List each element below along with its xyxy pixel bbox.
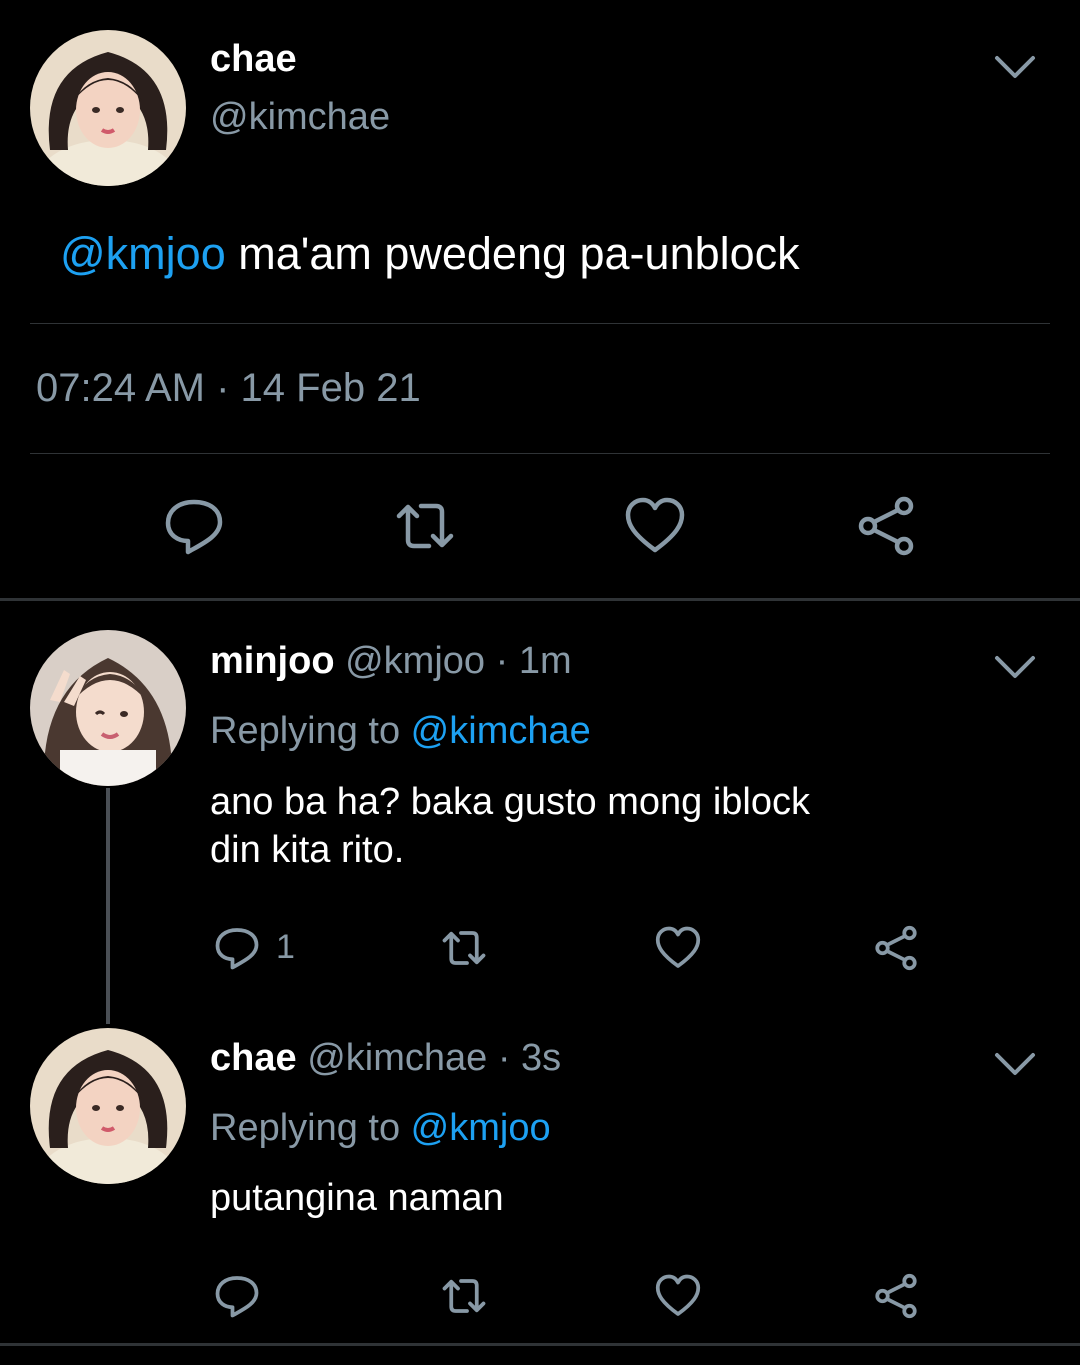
user-handle[interactable]: @kimchae [307,1037,487,1079]
like-icon[interactable] [623,494,687,558]
avatar[interactable] [30,1028,186,1184]
reply-header: minjoo @kmjoo · 1m [210,640,572,683]
reply-count: 1 [276,928,295,966]
display-name[interactable]: chae [210,1037,297,1079]
replying-to: Replying to @kimchae [210,710,591,753]
reply-text-line: din kita rito. [210,829,405,871]
reply-text-line: putangina naman [210,1177,504,1219]
retweet-icon[interactable] [440,924,488,972]
reply-icon[interactable] [162,494,226,558]
section-divider [0,598,1080,601]
replying-label: Replying to [210,710,411,752]
mention-link[interactable]: @kmjoo [411,1107,551,1149]
tweet-timestamp[interactable]: 07:24 AM · 14 Feb 21 [36,366,421,411]
section-divider [0,1343,1080,1346]
retweet-icon[interactable] [440,1272,488,1320]
tweet-thread-screen: chae @kimchae @kmjoo ma'am pwedeng pa-un… [0,0,1080,1365]
user-handle[interactable]: @kimchae [210,96,390,139]
mention-link[interactable]: @kimchae [411,710,591,752]
avatar[interactable] [30,630,186,786]
thread-line [106,788,110,1024]
like-icon[interactable] [654,1272,702,1320]
profile-photo-icon [30,630,186,786]
retweet-icon[interactable] [393,494,457,558]
like-icon[interactable] [654,924,702,972]
tweet-text: @kmjoo ma'am pwedeng pa-unblock [60,228,800,280]
chevron-down-icon[interactable] [993,1049,1037,1079]
share-icon[interactable] [854,494,918,558]
divider [30,453,1050,454]
share-icon[interactable] [872,924,920,972]
divider [30,323,1050,324]
chevron-down-icon[interactable] [993,652,1037,682]
replying-to: Replying to @kmjoo [210,1107,551,1150]
avatar[interactable] [30,30,186,186]
replying-label: Replying to [210,1107,411,1149]
reply-time: · 3s [487,1037,562,1079]
share-icon[interactable] [872,1272,920,1320]
mention-link[interactable]: @kmjoo [60,228,226,279]
reply-text: putangina naman [210,1174,504,1222]
reply-icon[interactable] [213,924,261,972]
display-name[interactable]: minjoo [210,640,335,682]
profile-photo-icon [30,30,186,186]
reply-text-line: ano ba ha? baka gusto mong iblock [210,781,810,823]
user-handle[interactable]: @kmjoo [345,640,485,682]
reply-icon[interactable] [213,1272,261,1320]
reply-header: chae @kimchae · 3s [210,1037,561,1080]
tweet-body: ma'am pwedeng pa-unblock [225,228,800,279]
main-tweet: chae @kimchae @kmjoo ma'am pwedeng pa-un… [0,0,1080,600]
reply-time: · 1m [485,640,572,682]
display-name[interactable]: chae [210,38,297,81]
reply-text: ano ba ha? baka gusto mong iblock din ki… [210,778,810,874]
profile-photo-icon [30,1028,186,1184]
chevron-down-icon[interactable] [993,52,1037,82]
